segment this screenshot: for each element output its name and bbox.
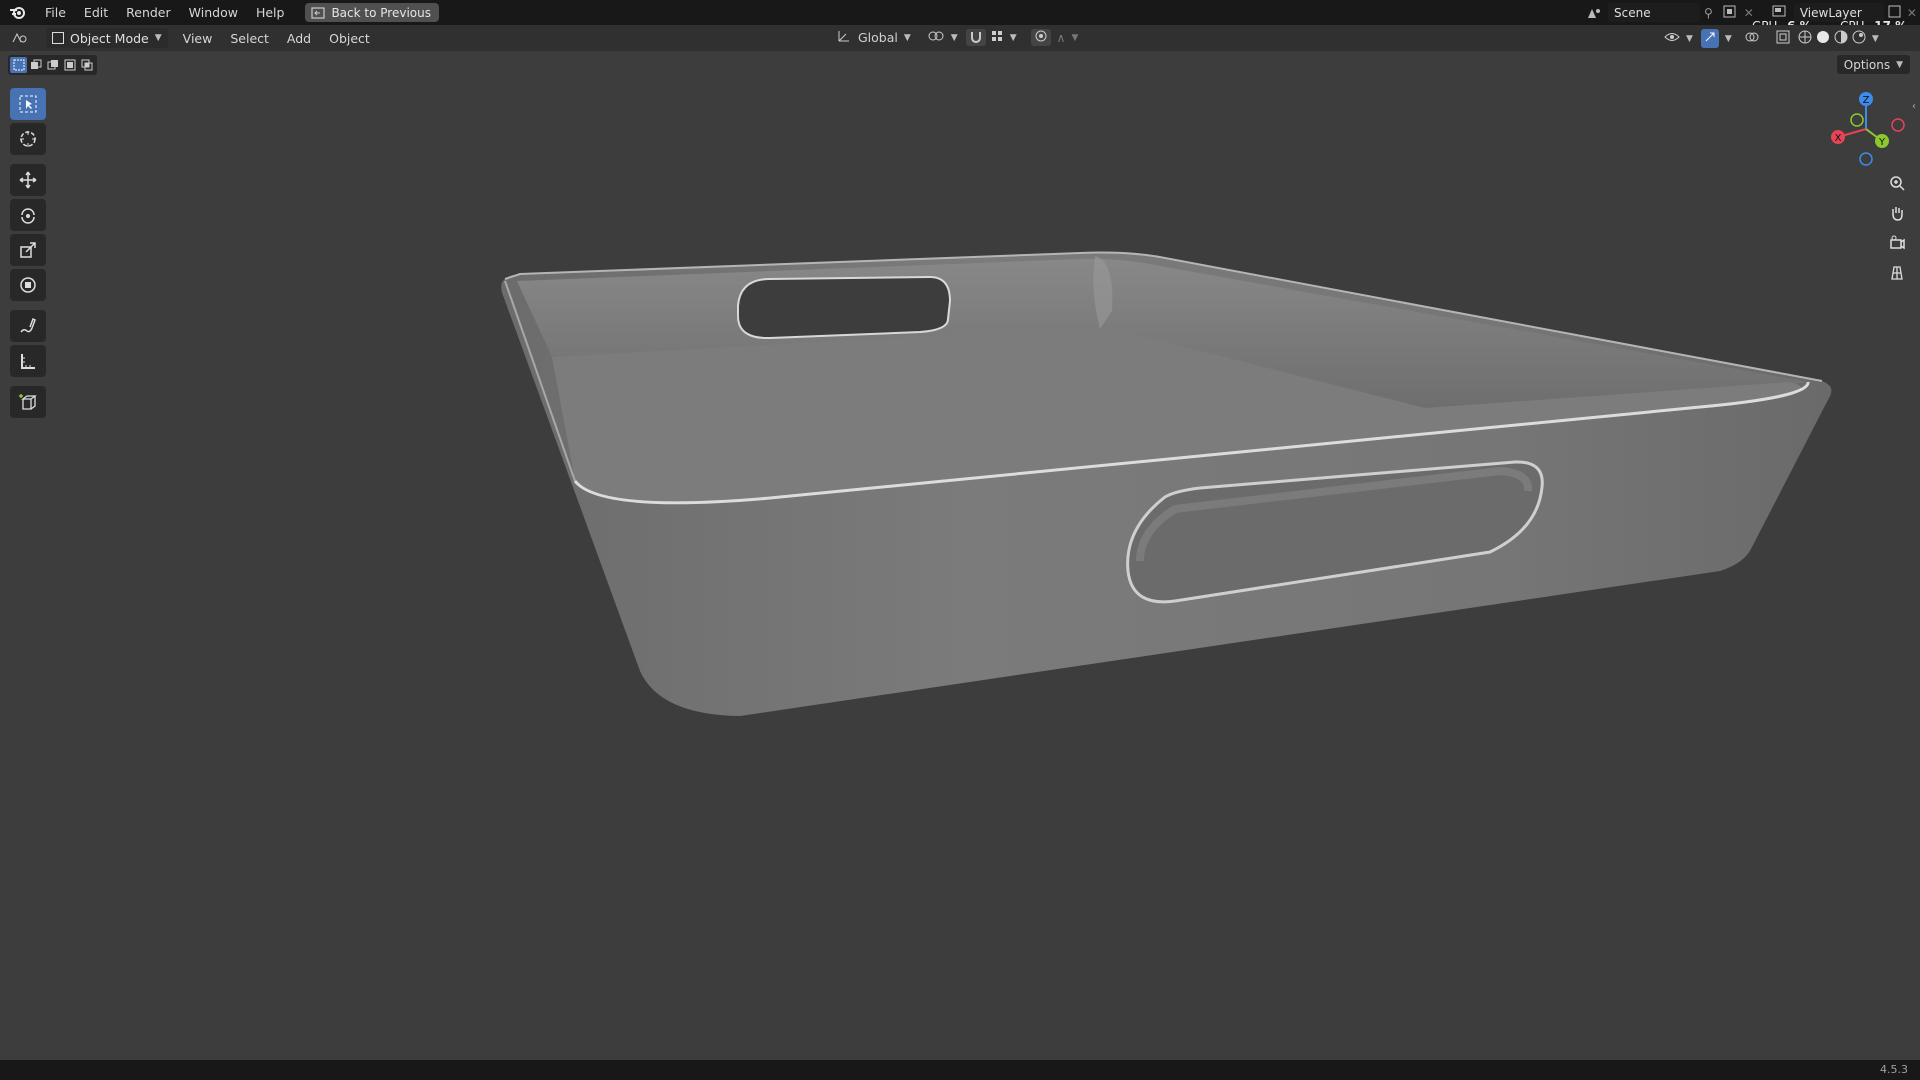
wireframe-shading-icon[interactable]	[1798, 30, 1812, 47]
navigation-gizmo[interactable]: Z X Y	[1826, 89, 1906, 169]
3d-viewport[interactable]: Z X Y ‹	[0, 51, 1920, 1060]
select-invert-icon[interactable]	[61, 57, 78, 73]
gizmo-neg-x-axis[interactable]	[1891, 118, 1905, 132]
rotate-tool-icon[interactable]	[10, 199, 46, 231]
options-dropdown[interactable]: Options ▼	[1836, 55, 1910, 74]
transform-tool-icon[interactable]	[10, 269, 46, 301]
overlays-icon[interactable]	[1744, 30, 1760, 47]
select-intersect-icon[interactable]	[78, 57, 95, 73]
visibility-icon[interactable]	[1664, 30, 1680, 47]
viewport-header: Object Mode ▼ View Select Add Object Glo…	[0, 25, 1920, 51]
object-mode-dropdown[interactable]: Object Mode ▼	[46, 28, 168, 48]
select-subtract-icon[interactable]	[44, 57, 61, 73]
blender-logo-icon[interactable]	[0, 0, 36, 25]
delete-scene-icon[interactable]: ✕	[1744, 6, 1754, 20]
menu-file[interactable]: File	[36, 0, 75, 25]
move-tool-icon[interactable]	[10, 164, 46, 196]
snap-target-icon[interactable]	[990, 29, 1004, 46]
options-label: Options	[1843, 57, 1891, 72]
pan-hand-icon[interactable]	[1883, 199, 1911, 227]
back-to-previous-button[interactable]: Back to Previous	[305, 3, 439, 22]
scene-name-field[interactable]: Scene	[1608, 3, 1700, 22]
menu-render[interactable]: Render	[117, 0, 180, 25]
menu-window[interactable]: Window	[180, 0, 247, 25]
header-menu-select[interactable]: Select	[221, 31, 278, 46]
viewlayer-name: ViewLayer	[1799, 5, 1862, 20]
orientation-icon[interactable]	[836, 28, 852, 47]
proportional-editing-icon[interactable]	[1030, 29, 1051, 46]
menu-edit[interactable]: Edit	[75, 0, 117, 25]
header-menu-add[interactable]: Add	[278, 31, 320, 46]
selection-mode-group	[8, 55, 97, 75]
gizmo-z-label: Z	[1863, 95, 1870, 106]
chevron-down-icon: ▼	[950, 32, 958, 43]
add-cube-tool-icon[interactable]	[10, 386, 46, 418]
rendered-shading-icon[interactable]	[1852, 30, 1866, 47]
gizmo-x-label: X	[1835, 133, 1842, 144]
object-mode-icon	[52, 32, 64, 44]
new-scene-icon[interactable]	[1723, 5, 1736, 21]
cursor-tool-icon[interactable]	[10, 123, 46, 155]
annotate-tool-icon[interactable]	[10, 310, 46, 342]
delete-viewlayer-icon[interactable]: ✕	[1907, 6, 1917, 20]
chevron-down-icon: ▼	[1724, 33, 1732, 44]
menu-help[interactable]: Help	[247, 0, 294, 25]
status-bar: 4.5.3	[0, 1060, 1920, 1080]
orientation-label[interactable]: Global	[858, 30, 898, 45]
editor-type-icon[interactable]	[0, 31, 40, 45]
transform-controls: Global ▼ ▼ ▼ ∧ ▼	[836, 28, 1078, 47]
tool-shelf	[8, 88, 48, 421]
select-new-icon[interactable]	[10, 57, 27, 73]
header-menu-view[interactable]: View	[174, 31, 222, 46]
back-to-previous-label: Back to Previous	[331, 5, 431, 20]
pin-icon[interactable]: ⚲	[1704, 6, 1713, 20]
gizmo-neg-y-axis[interactable]	[1850, 113, 1864, 127]
scene-name: Scene	[1614, 5, 1651, 20]
gizmo-toggle-icon[interactable]	[1700, 29, 1719, 48]
scene-icon[interactable]	[1580, 6, 1608, 20]
object-mode-label: Object Mode	[70, 30, 149, 46]
viewport-display-controls: ▼ ▼ ▼	[1664, 29, 1879, 48]
chevron-down-icon: ▼	[1071, 32, 1079, 43]
xray-icon[interactable]	[1776, 30, 1790, 47]
material-shading-icon[interactable]	[1834, 30, 1848, 47]
chevron-down-icon: ▼	[903, 32, 911, 43]
version-label: 4.5.3	[1880, 1063, 1908, 1076]
perspective-toggle-icon[interactable]	[1883, 259, 1911, 287]
gizmo-y-label: Y	[1878, 137, 1886, 148]
falloff-icon[interactable]: ∧	[1057, 31, 1066, 45]
sidebar-toggle-icon[interactable]: ‹	[1912, 101, 1920, 117]
select-extend-icon[interactable]	[27, 57, 44, 73]
screen-back-icon	[311, 6, 326, 19]
chevron-down-icon: ▼	[1896, 59, 1903, 70]
solid-shading-icon[interactable]	[1816, 30, 1830, 47]
chevron-down-icon: ▼	[154, 33, 162, 43]
scale-tool-icon[interactable]	[10, 234, 46, 266]
tray-mesh[interactable]	[0, 51, 1920, 1060]
chevron-down-icon: ▼	[1871, 33, 1879, 44]
top-bar: File Edit Render Window Help Back to Pre…	[0, 0, 1920, 25]
zoom-icon[interactable]	[1883, 169, 1911, 197]
snap-icon[interactable]	[965, 29, 986, 46]
measure-tool-icon[interactable]	[10, 345, 46, 377]
header-menu-object[interactable]: Object	[320, 31, 379, 46]
chevron-down-icon: ▼	[1686, 33, 1693, 44]
gizmo-neg-z-axis[interactable]	[1859, 152, 1873, 166]
chevron-down-icon: ▼	[1009, 32, 1017, 43]
camera-view-icon[interactable]	[1883, 229, 1911, 257]
pivot-icon[interactable]	[927, 29, 945, 46]
select-box-tool-icon[interactable]	[10, 88, 46, 120]
